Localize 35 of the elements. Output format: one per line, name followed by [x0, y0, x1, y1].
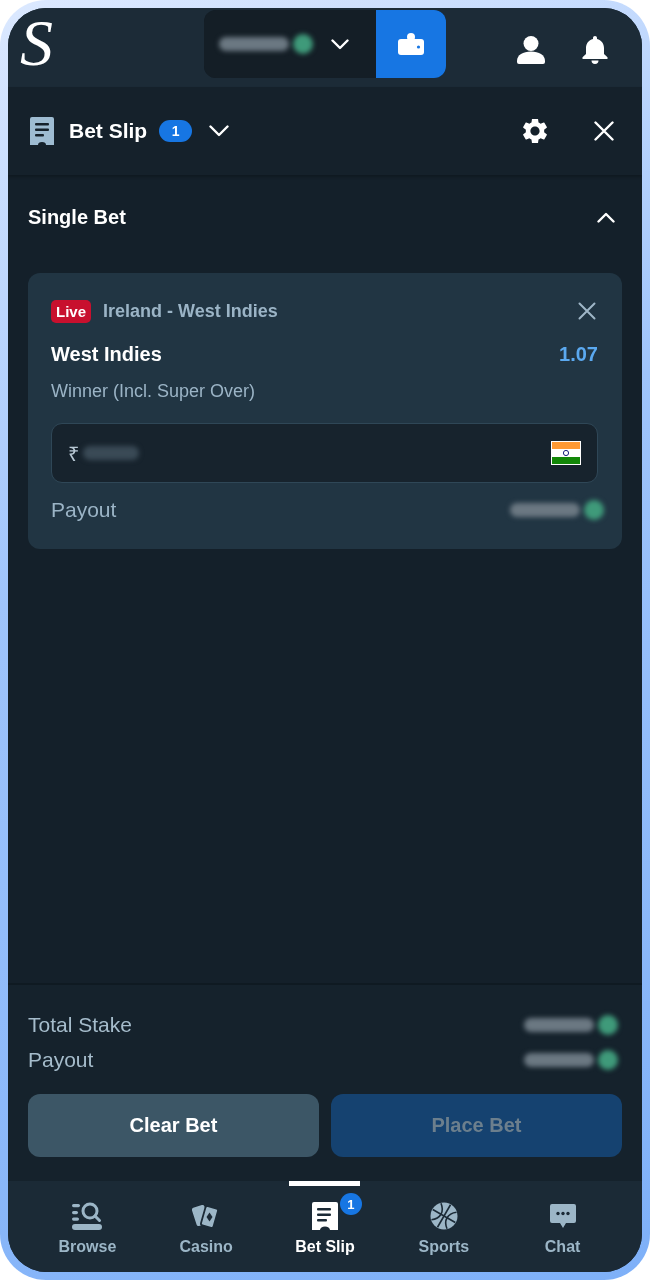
browse-icon — [72, 1202, 103, 1230]
chevron-icon[interactable] — [597, 212, 615, 223]
live-badge: Live — [51, 299, 91, 323]
close-icon[interactable] — [578, 302, 596, 320]
payout-label: Payout — [51, 498, 117, 522]
summary-label: Total Stake — [28, 1012, 132, 1037]
selection-name: West Indies — [51, 342, 162, 366]
settings-icon[interactable] — [523, 119, 547, 143]
chat-icon — [547, 1202, 578, 1230]
nav-tab[interactable]: Browse — [28, 1181, 147, 1272]
logo[interactable]: S — [20, 8, 53, 78]
nav-tab[interactable]: Casino — [146, 1181, 266, 1272]
chevron-down-icon[interactable] — [209, 125, 230, 137]
flag-icon — [551, 441, 581, 465]
chevron-down-icon — [331, 38, 349, 50]
section-title: Single Bet — [28, 206, 126, 229]
stake-field[interactable]: ₹ — [51, 423, 598, 483]
event-name: Ireland - West Indies — [103, 300, 278, 322]
clear-bet-button[interactable]: Clear Bet — [28, 1094, 319, 1157]
bet-slip-title: Bet Slip — [69, 119, 148, 143]
receipt-icon — [30, 117, 54, 145]
wallet-icon — [398, 33, 424, 55]
nav-tab[interactable]: 1 Bet Slip — [265, 1181, 385, 1272]
summary-label: Payout — [28, 1047, 94, 1072]
count-badge: 1 — [159, 120, 193, 142]
user-icon[interactable] — [517, 36, 545, 64]
receipt-icon — [310, 1202, 340, 1230]
bell-icon[interactable] — [581, 36, 609, 64]
market-name: Winner (Incl. Super Over) — [51, 380, 257, 402]
odds-value: 1.07 — [559, 342, 598, 366]
basketball-icon — [428, 1202, 459, 1230]
count-badge: 1 — [340, 1193, 362, 1215]
nav-tab[interactable]: Sports — [384, 1181, 504, 1272]
wallet-button[interactable] — [376, 10, 446, 78]
nav-tab[interactable]: Chat — [503, 1181, 622, 1272]
